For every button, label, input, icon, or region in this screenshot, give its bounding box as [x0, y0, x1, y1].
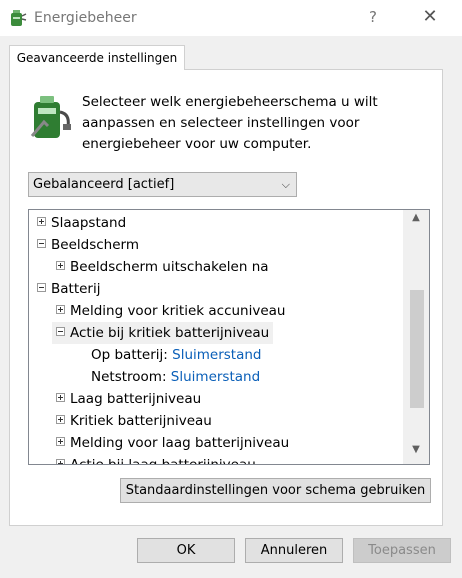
expand-plus-icon[interactable] — [56, 437, 65, 446]
tree-row-label: Beeldscherm — [51, 237, 139, 253]
collapse-minus-icon[interactable] — [56, 327, 65, 336]
tree-row-label: Netstroom: — [91, 369, 167, 385]
power-plan-icon — [11, 10, 27, 26]
tree-row-label: Laag batterijniveau — [70, 391, 202, 407]
intro-line-1: Selecteer welk energiebeheerschema u wil… — [82, 94, 378, 110]
expand-plus-icon[interactable] — [56, 415, 65, 424]
tree-row[interactable]: Beeldscherm uitschakelen na — [56, 256, 269, 278]
tree-row[interactable]: Op batterij: Sluimerstand — [91, 344, 261, 366]
scroll-thumb[interactable] — [410, 289, 424, 408]
tree-row[interactable]: Melding voor laag batterijniveau — [56, 432, 289, 454]
tree-row[interactable]: Actie bij laag batterijniveau — [56, 454, 256, 465]
intro-line-3: energiebeheer voor uw computer. — [82, 136, 312, 152]
restore-defaults-button[interactable]: Standaardinstellingen voor schema gebrui… — [120, 478, 431, 503]
tree-row[interactable]: Slaapstand — [37, 212, 126, 234]
tree-row[interactable]: Beeldscherm — [37, 234, 139, 256]
collapse-minus-icon[interactable] — [37, 283, 46, 292]
tree-row-label: Op batterij: — [91, 347, 168, 363]
expand-plus-icon[interactable] — [56, 261, 65, 270]
expand-plus-icon[interactable] — [56, 305, 65, 314]
tree-row[interactable]: Actie bij kritiek batterijniveau — [52, 322, 274, 344]
tree-row-label: Batterij — [51, 281, 101, 297]
scroll-down-arrow-icon[interactable]: ▼ — [403, 444, 429, 462]
power-scheme-value: Gebalanceerd [actief] — [33, 177, 175, 192]
help-button[interactable]: ? — [364, 8, 382, 28]
close-button[interactable]: ✕ — [420, 6, 440, 28]
collapse-minus-icon[interactable] — [37, 239, 46, 248]
tree-row-value-link[interactable]: Sluimerstand — [172, 347, 261, 363]
tree-row-label: Melding voor laag batterijniveau — [70, 435, 290, 451]
tree-row[interactable]: Netstroom: Sluimerstand — [91, 366, 260, 388]
settings-tree[interactable]: Slaapstand Beeldscherm Beeldscherm uitscha… — [28, 209, 430, 465]
tree-row[interactable]: Laag batterijniveau — [56, 388, 201, 410]
tree-row-label: Melding voor kritiek accuniveau — [70, 303, 286, 319]
title-bar: Energiebeheer ? ✕ — [0, 0, 462, 36]
expand-plus-icon[interactable] — [37, 217, 46, 226]
tree-row-label: Beeldscherm uitschakelen na — [70, 259, 269, 275]
ok-button[interactable]: OK — [137, 538, 235, 563]
expand-plus-icon[interactable] — [56, 459, 65, 464]
expand-plus-icon[interactable] — [56, 393, 65, 402]
tab-advanced-settings[interactable]: Geavanceerde instellingen — [9, 45, 185, 70]
apply-button: Toepassen — [353, 538, 451, 563]
tree-row-label: Actie bij laag batterijniveau — [70, 457, 256, 465]
window-title: Energiebeheer — [34, 10, 137, 26]
tree-row[interactable]: Kritiek batterijniveau — [56, 410, 212, 432]
intro-line-2: aanpassen en selecteer instellingen voor — [82, 115, 360, 131]
tree-row-label: Actie bij kritiek batterijniveau — [70, 325, 270, 341]
intro-text: Selecteer welk energiebeheerschema u wil… — [82, 92, 422, 155]
tree-row-value-link[interactable]: Sluimerstand — [171, 369, 260, 385]
scroll-up-arrow-icon[interactable]: ▲ — [403, 212, 429, 230]
power-scheme-select[interactable]: Gebalanceerd [actief] ⌵ — [28, 172, 297, 197]
tree-scrollbar[interactable]: ▲ ▼ — [403, 210, 429, 464]
chevron-down-icon: ⌵ — [281, 178, 290, 191]
tree-row[interactable]: Batterij — [37, 278, 100, 300]
tree-row-label: Slaapstand — [51, 215, 127, 231]
tree-row-label: Kritiek batterijniveau — [70, 413, 212, 429]
cancel-button[interactable]: Annuleren — [245, 538, 343, 563]
tree-row[interactable]: Melding voor kritiek accuniveau — [56, 300, 285, 322]
battery-plug-icon — [30, 96, 71, 138]
